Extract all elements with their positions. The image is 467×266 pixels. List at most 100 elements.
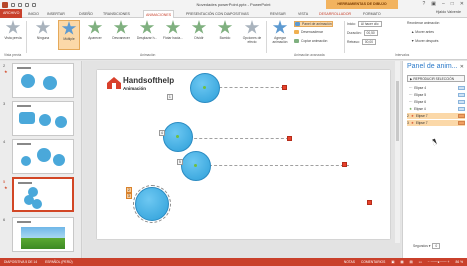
maximize-button[interactable]: □ <box>451 1 454 7</box>
language-indicator[interactable]: ESPAÑOL (PERÚ) <box>45 258 72 266</box>
effect-ninguna[interactable]: Ninguna <box>32 20 54 50</box>
close-button[interactable]: ✕ <box>460 1 464 7</box>
start-select[interactable]: Al hacer clic <box>357 21 382 27</box>
slide-canvas[interactable]: Handsofthelp Animación 1 2 3 4 5 <box>97 70 390 239</box>
slide-sorter-icon[interactable]: ▦ <box>400 258 403 266</box>
animation-list-item[interactable]: ⋯ Elipse 6 <box>407 99 465 105</box>
motion-path-start-dot <box>194 164 197 167</box>
effect-aparecer[interactable]: Aparecer <box>84 20 106 50</box>
ellipse-shape-selected[interactable] <box>133 185 171 223</box>
exit-icon: ★ <box>410 121 414 125</box>
tab-diseno[interactable]: DISEÑO <box>77 10 95 18</box>
item-number: 2 <box>407 114 409 118</box>
animation-list-item[interactable]: ⋯ Elipse 5 <box>407 92 465 98</box>
thumb-shape <box>39 114 51 126</box>
animation-pane-title: Panel de anim... <box>407 63 458 70</box>
effect-desvanecer[interactable]: Desvanecer <box>110 20 132 50</box>
tab-presentacion[interactable]: PRESENTACIÓN CON DIAPOSITIVAS <box>184 10 251 18</box>
animation-list-item[interactable]: ⋯ Elipse 4 <box>407 85 465 91</box>
start-label: Inicio: <box>347 22 356 26</box>
effect-dividir[interactable]: Dividir <box>188 20 210 50</box>
slide-thumbnail-5-selected[interactable] <box>12 177 74 212</box>
effect-label: Desvanecer <box>112 36 130 40</box>
slide-thumbnail-3[interactable] <box>12 101 74 136</box>
copy-animation-button[interactable]: Copiar animación <box>294 39 327 43</box>
move-earlier-button[interactable]: ▲ Mover antes <box>411 30 434 34</box>
effect-flotar[interactable]: Flotar hacia... <box>162 20 184 50</box>
slide-thumbnail-6[interactable] <box>12 217 74 252</box>
motion-path-end-marker[interactable] <box>282 85 287 90</box>
motion-path-end-marker[interactable] <box>367 200 372 205</box>
help-button[interactable]: ? <box>422 1 425 7</box>
seconds-dropdown[interactable]: Segundos ▾ <box>413 244 430 248</box>
zoom-level[interactable]: 86 % <box>455 258 463 266</box>
animation-tag-selected[interactable]: 3 <box>126 193 132 199</box>
tab-animaciones[interactable]: ANIMACIONES <box>143 10 175 18</box>
animation-tag[interactable]: 1 <box>167 94 173 100</box>
comments-button[interactable]: COMENTARIOS <box>361 258 385 266</box>
slideshow-icon[interactable]: ▭ <box>419 258 422 266</box>
normal-view-icon[interactable]: ▣ <box>391 258 394 266</box>
effect-barrido[interactable]: Barrido <box>214 20 236 50</box>
tab-transiciones[interactable]: TRANSICIONES <box>101 10 132 18</box>
zoom-slider[interactable]: − ───●─── + <box>428 258 450 266</box>
slide-thumbnail-2[interactable] <box>12 63 74 98</box>
group-label-vista: Vista previa <box>4 53 22 57</box>
tab-desarrollador[interactable]: DESARROLLADOR <box>317 10 353 18</box>
ribbon-tabs: ARCHIVO INICIO INSERTAR DISEÑO TRANSICIO… <box>0 9 467 18</box>
animation-tag[interactable]: 5 <box>177 159 183 165</box>
notes-area[interactable] <box>83 243 401 258</box>
timing-bar <box>458 93 465 97</box>
animation-list-item-selected[interactable]: 3 ★ Elipse 7 <box>407 120 465 126</box>
move-later-button[interactable]: ▼ Mover después <box>411 39 438 43</box>
wipe-star-icon <box>217 20 233 34</box>
tab-vista[interactable]: VISTA <box>296 10 310 18</box>
window-controls: ? ▣ – □ ✕ <box>422 1 464 7</box>
notes-button[interactable]: NOTAS <box>344 258 355 266</box>
landscape-image <box>21 227 65 249</box>
slide-number: 4 <box>3 139 6 144</box>
minimize-button[interactable]: – <box>442 1 445 7</box>
motion-path-end-marker[interactable] <box>287 136 292 141</box>
group-separator <box>344 21 345 53</box>
effect-options-button[interactable]: Opciones de efecto <box>240 20 264 50</box>
close-icon[interactable]: ✕ <box>460 64 464 70</box>
effect-label: Múltiple <box>63 37 75 41</box>
delay-input[interactable]: 00,00 <box>361 39 377 45</box>
ribbon-display-button[interactable]: ▣ <box>431 1 436 7</box>
play-selection-button[interactable]: ▶ REPRODUCIR SELECCIÓN <box>407 75 465 82</box>
animation-list-item[interactable]: ★ Elipse 4 <box>407 106 465 112</box>
effect-desplazar[interactable]: Desplazar h... <box>136 20 158 50</box>
timing-bar <box>458 114 465 118</box>
animation-pane-button[interactable]: Panel de animación <box>294 21 333 27</box>
preview-button[interactable]: Vista previa <box>2 20 24 50</box>
motion-path-icon: ⋯ <box>409 100 413 104</box>
motion-path-icon: ⋯ <box>409 86 413 90</box>
slide-thumbnail-4[interactable] <box>12 139 74 174</box>
tab-inicio[interactable]: INICIO <box>26 10 41 18</box>
scrollbar-thumb[interactable] <box>396 81 399 141</box>
tab-insertar[interactable]: INSERTAR <box>45 10 67 18</box>
trigger-icon <box>294 30 299 34</box>
user-account[interactable]: Hjaldo Valverde <box>436 10 461 14</box>
reading-view-icon[interactable]: ▤ <box>410 258 413 266</box>
timeline-zoom-value[interactable]: 0 <box>432 243 441 249</box>
add-animation-label: Agregar animación <box>272 36 288 44</box>
motion-path-line <box>189 138 289 139</box>
tab-archivo[interactable]: ARCHIVO <box>0 9 23 18</box>
tab-formato[interactable]: FORMATO <box>361 10 383 18</box>
trigger-button[interactable]: Desencadenar <box>294 30 323 34</box>
duration-input[interactable]: 00,50 <box>363 30 378 36</box>
editor-vertical-scrollbar[interactable] <box>395 61 400 258</box>
add-animation-button[interactable]: Agregar animación <box>268 20 292 50</box>
motion-path-end-marker[interactable] <box>342 162 347 167</box>
animation-tag[interactable]: 4 <box>159 130 165 136</box>
item-name: Elipse 5 <box>414 93 427 97</box>
effect-label: Barrido <box>219 36 231 40</box>
split-star-icon <box>191 20 207 34</box>
effect-multiple[interactable]: Múltiple <box>58 20 80 50</box>
animation-list-item-selected[interactable]: 2 ★ Elipse 7 <box>407 113 465 119</box>
preview-label: Vista previa <box>4 36 22 40</box>
tab-revisar[interactable]: REVISAR <box>268 10 288 18</box>
seconds-zoom-row: Segundos ▾ 0 <box>413 243 441 249</box>
